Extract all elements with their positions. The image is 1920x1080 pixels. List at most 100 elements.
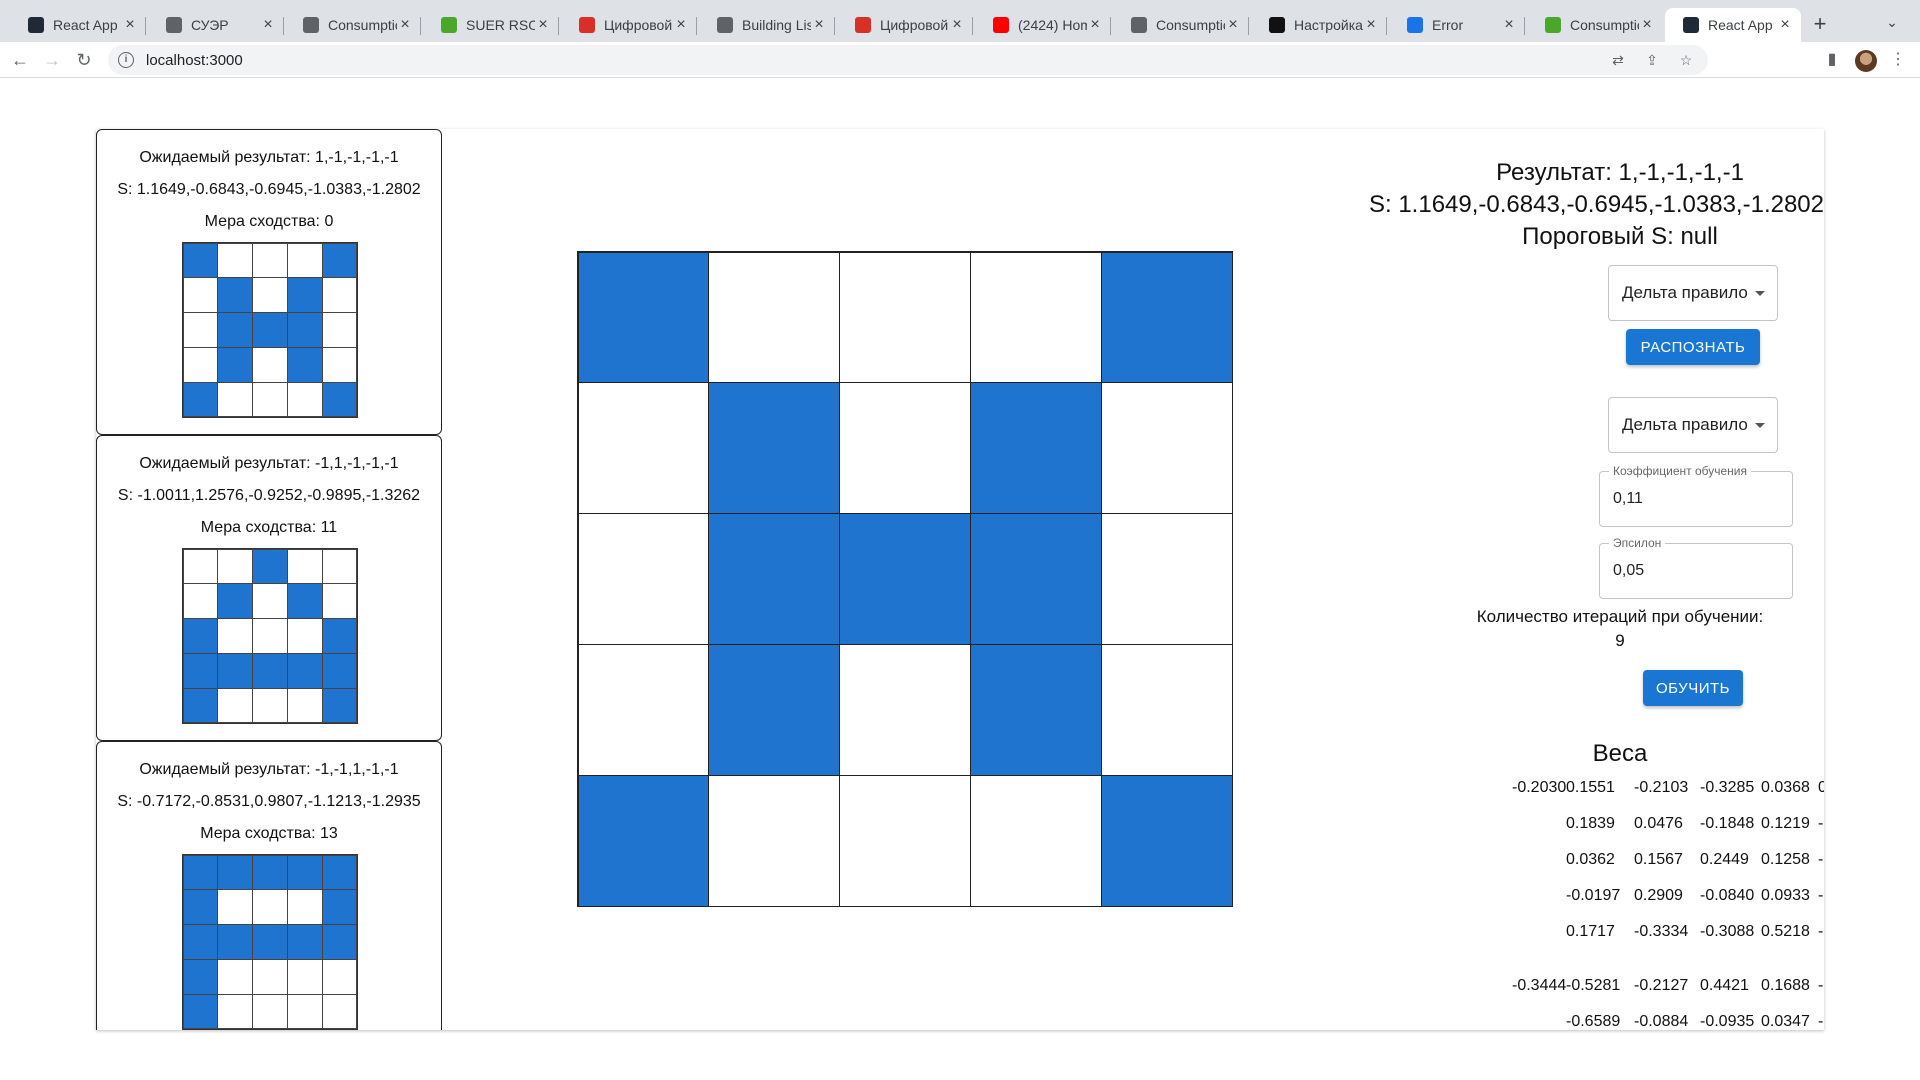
grid-cell	[321, 381, 358, 418]
globe-icon	[1131, 17, 1147, 33]
grid-cell	[182, 687, 219, 724]
browser-tab[interactable]: Цифровой О×	[837, 8, 973, 42]
side-panel-icon[interactable]: ▮	[1820, 48, 1844, 72]
grid-cell	[217, 583, 254, 620]
address-bar[interactable]: i localhost:3000 ⇄ ⇪ ☆	[108, 45, 1708, 75]
weight-value: -0.3334	[1634, 923, 1689, 940]
close-tab-icon[interactable]: ×	[1639, 16, 1655, 34]
forward-icon[interactable]: →	[40, 48, 64, 72]
input-grid-cell[interactable]	[577, 774, 710, 907]
input-grid-cell[interactable]	[1100, 251, 1233, 384]
input-grid-cell[interactable]	[969, 382, 1102, 515]
input-grid-cell[interactable]	[708, 643, 841, 776]
expected-result: Ожидаемый результат: -1,-1,1,-1,-1	[139, 761, 399, 778]
close-tab-icon[interactable]: ×	[673, 16, 689, 34]
browser-tab[interactable]: Error ×	[1389, 8, 1525, 42]
browser-tab[interactable]: Building List ×	[699, 8, 835, 42]
grid-cell	[286, 277, 323, 314]
input-grid-cell[interactable]	[1100, 382, 1233, 515]
learning-rate-value[interactable]: 0,11	[1613, 490, 1643, 508]
input-grid-cell[interactable]	[839, 251, 971, 384]
share-icon[interactable]: ⇪	[1642, 50, 1662, 70]
input-grid-cell[interactable]	[839, 513, 971, 645]
grid-cell	[252, 652, 288, 689]
browser-tab[interactable]: Настройка о×	[1251, 8, 1387, 42]
close-tab-icon[interactable]: ×	[949, 16, 965, 34]
close-tab-icon[interactable]: ×	[1225, 16, 1241, 34]
grid-cell	[182, 312, 219, 348]
input-grid-cell[interactable]	[577, 382, 710, 515]
train-rule-select[interactable]: Дельта правило	[1608, 397, 1778, 453]
tab-title: React App	[1708, 17, 1773, 33]
weight-value: 0.1567	[1634, 851, 1683, 868]
reload-icon[interactable]: ↻	[72, 48, 96, 72]
weight-value: -0.3089	[1818, 1013, 1824, 1030]
input-grid-cell[interactable]	[969, 513, 1102, 645]
input-grid-cell[interactable]	[1100, 513, 1233, 645]
close-tab-icon[interactable]: ×	[1501, 16, 1517, 34]
close-tab-icon[interactable]: ×	[397, 16, 413, 34]
input-grid-cell[interactable]	[969, 643, 1102, 776]
site-info-icon[interactable]: i	[118, 52, 134, 68]
input-grid-cell[interactable]	[577, 251, 710, 384]
browser-tab[interactable]: СУЭР ×	[148, 8, 284, 42]
grid-cell	[217, 958, 254, 995]
input-grid-cell[interactable]	[577, 513, 710, 645]
grid-cell	[321, 242, 358, 279]
weight-value: 0.2449	[1700, 851, 1749, 868]
input-grid-cell[interactable]	[708, 251, 841, 384]
weight-value: 0.2909	[1634, 887, 1683, 904]
back-icon[interactable]: ←	[8, 48, 32, 72]
bookmark-star-icon[interactable]: ☆	[1676, 50, 1696, 70]
close-tab-icon[interactable]: ×	[1777, 16, 1793, 34]
grid-cell	[217, 618, 254, 654]
browser-tab[interactable]: Цифровой О×	[561, 8, 697, 42]
menu-icon[interactable]: ⋮	[1886, 48, 1910, 72]
similarity-measure: Мера сходства: 11	[200, 519, 338, 536]
input-grid-cell[interactable]	[1100, 774, 1233, 907]
input-grid-cell[interactable]	[969, 774, 1102, 907]
close-tab-icon[interactable]: ×	[1363, 16, 1379, 34]
grid-cell	[182, 958, 219, 995]
recognize-button[interactable]: РАСПОЗНАТЬ	[1626, 329, 1760, 365]
close-tab-icon[interactable]: ×	[811, 16, 827, 34]
input-grid-cell[interactable]	[1100, 643, 1233, 776]
browser-tab[interactable]: Consumption×	[1113, 8, 1249, 42]
input-grid-cell[interactable]	[839, 643, 971, 776]
browser-tab[interactable]: (2424) Home×	[975, 8, 1111, 42]
input-grid-cell[interactable]	[969, 251, 1102, 384]
grid-cell	[182, 889, 219, 926]
input-grid-cell[interactable]	[839, 774, 971, 907]
recognize-rule-select[interactable]: Дельта правило	[1608, 265, 1778, 321]
avatar[interactable]	[1855, 50, 1877, 72]
input-grid-cell[interactable]	[577, 643, 710, 776]
browser-tab[interactable]: React App ×	[1665, 8, 1801, 42]
learning-rate-field[interactable]: Коэффициент обучения 0,11	[1599, 464, 1793, 527]
input-grid-cell[interactable]	[708, 774, 841, 907]
expected-result: Ожидаемый результат: -1,1,-1,-1,-1	[139, 455, 399, 472]
youtube-icon	[993, 17, 1009, 33]
input-grid-cell[interactable]	[708, 382, 841, 515]
epsilon-value[interactable]: 0,05	[1613, 562, 1644, 580]
close-tab-icon[interactable]: ×	[122, 16, 138, 34]
chart-icon	[1407, 17, 1423, 33]
weight-value: 0.0476	[1634, 815, 1683, 832]
input-grid-cell[interactable]	[708, 513, 841, 645]
epsilon-field[interactable]: Эпсилон 0,05	[1599, 536, 1793, 599]
browser-tab[interactable]: React App ×	[10, 8, 146, 42]
input-grid	[577, 251, 1233, 907]
browser-tab[interactable]: Consumption×	[285, 8, 421, 42]
input-grid-cell[interactable]	[839, 382, 971, 515]
grid-cell	[182, 242, 219, 279]
close-tab-icon[interactable]: ×	[1087, 16, 1103, 34]
new-tab-button[interactable]: +	[1808, 12, 1832, 36]
grid-cell	[252, 687, 288, 724]
translate-icon[interactable]: ⇄	[1608, 50, 1628, 70]
browser-tab[interactable]: Consumption×	[1527, 8, 1663, 42]
close-tab-icon[interactable]: ×	[535, 16, 551, 34]
close-tab-icon[interactable]: ×	[260, 16, 276, 34]
grid-cell	[321, 312, 358, 348]
train-button[interactable]: ОБУЧИТЬ	[1643, 670, 1743, 706]
browser-tab[interactable]: SUER RSO API×	[423, 8, 559, 42]
tab-search-icon[interactable]: ⌄	[1882, 14, 1902, 34]
